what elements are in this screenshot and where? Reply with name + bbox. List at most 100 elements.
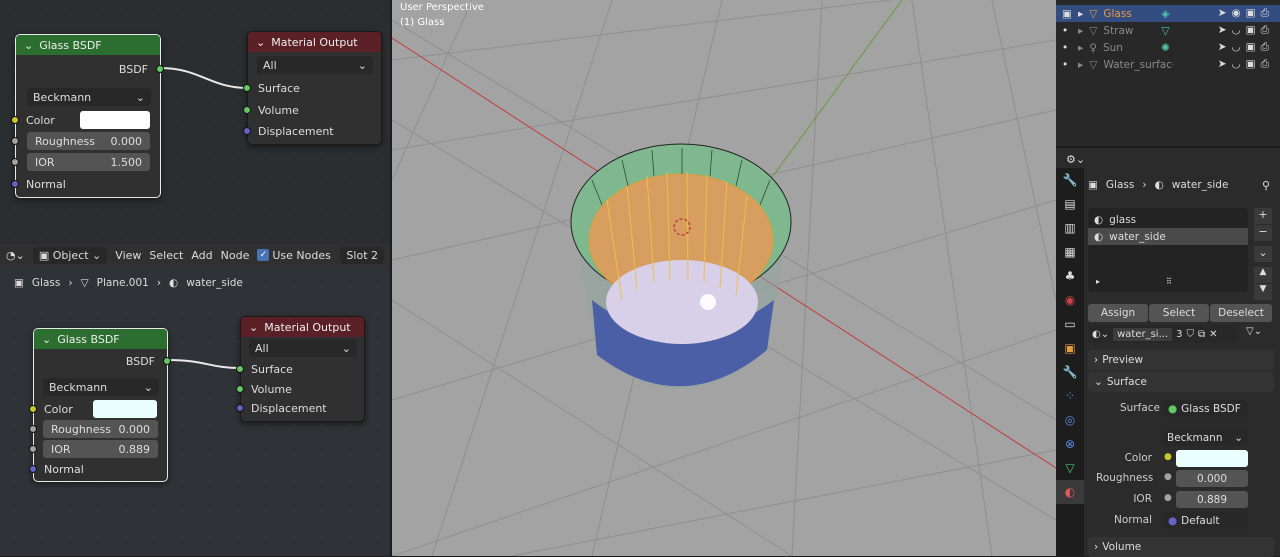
slot-item-water-side[interactable]: ◐ water_side — [1088, 228, 1248, 245]
displacement-label: Displacement — [251, 401, 327, 415]
target-dropdown[interactable]: All ⌄ — [257, 56, 373, 74]
distribution-dropdown[interactable]: Beckmann ⌄ — [1162, 429, 1248, 446]
distribution-dropdown[interactable]: Beckmann ⌄ — [43, 378, 159, 396]
target-dropdown[interactable]: All ⌄ — [249, 339, 357, 357]
ior-socket[interactable] — [29, 445, 37, 453]
shader-dot-icon: ● — [1168, 402, 1178, 415]
normal-socket[interactable] — [11, 180, 19, 188]
collapse-icon[interactable]: ⌄ — [42, 333, 51, 346]
outliner-item-straw[interactable]: • ▸ ▽ Straw ▽ ➤◡▣⎙ — [1056, 22, 1280, 39]
collapse-icon[interactable]: ⌄ — [256, 36, 265, 49]
slot-menu-button[interactable]: ⌄ — [1254, 246, 1272, 262]
scene-tab-icon[interactable]: ♣ — [1056, 264, 1084, 288]
normal-field[interactable]: ● Default — [1162, 512, 1248, 529]
particles-tab-icon[interactable]: ⁘ — [1056, 384, 1084, 408]
world-tab-icon[interactable]: ◉ — [1056, 288, 1084, 312]
bsdf-output-socket[interactable] — [163, 357, 171, 365]
surface-shader-field[interactable]: ● Glass BSDF — [1162, 400, 1248, 417]
bsdf-output-socket[interactable] — [156, 65, 164, 73]
roughness-socket[interactable] — [29, 425, 37, 433]
roughness-socket[interactable] — [11, 137, 19, 145]
color-swatch[interactable] — [93, 400, 157, 418]
material-output-node-top[interactable]: ⌄ Material Output All ⌄ Surface Volume Dis… — [243, 31, 382, 145]
material-output-node-bottom[interactable]: ⌄ Material Output All ⌄ Surface Volume Dis… — [236, 316, 365, 422]
material-name-field: water_si... — [1113, 327, 1173, 341]
data-tab-icon[interactable]: ▽ — [1056, 456, 1084, 480]
displacement-socket[interactable] — [243, 127, 251, 135]
light-icon: ♀ — [1089, 41, 1097, 54]
roughness-field[interactable]: Roughness 0.000 — [43, 420, 158, 438]
surface-socket[interactable] — [236, 365, 244, 373]
surface-socket[interactable] — [243, 84, 251, 92]
grip-icon: ⠿ — [1166, 277, 1172, 286]
slot-item-glass[interactable]: ◐ glass — [1088, 211, 1248, 228]
color-input-socket[interactable] — [29, 405, 37, 413]
color-swatch[interactable] — [80, 111, 150, 129]
assign-button[interactable]: Assign — [1088, 304, 1148, 322]
physics-tab-icon[interactable]: ◎ — [1056, 408, 1084, 432]
material-datablock[interactable]: ◐⌄ water_si... 3 ⛉ ⧉ ✕ — [1088, 325, 1238, 343]
outliner-item-sun[interactable]: • ▸ ♀ Sun ✺ ➤◡▣⎙ — [1056, 39, 1280, 56]
user-count: 3 — [1176, 328, 1183, 340]
roughness-field[interactable]: Roughness 0.000 — [27, 132, 150, 150]
distribution-dropdown[interactable]: Beckmann ⌄ — [27, 88, 151, 106]
color-input-socket[interactable] — [11, 116, 19, 124]
normal-label: Normal — [44, 462, 84, 476]
render-tab-icon[interactable]: ▤ — [1056, 192, 1084, 216]
dot-icon: • — [1062, 41, 1069, 54]
color-swatch[interactable] — [1176, 450, 1248, 467]
preview-panel-header[interactable]: › Preview — [1088, 350, 1274, 370]
node-header[interactable]: ⌄ Material Output — [241, 317, 364, 337]
surface-panel-header[interactable]: ⌄ Surface — [1088, 372, 1274, 392]
3d-viewport[interactable]: User Perspective (1) Glass — [392, 0, 1056, 556]
move-down-button[interactable]: ▼ — [1254, 284, 1272, 300]
glass-bsdf-node-bottom[interactable]: ⌄ Glass BSDF BSDF Beckmann ⌄ Color Roughne… — [29, 328, 171, 482]
ior-field[interactable]: IOR 0.889 — [43, 440, 158, 458]
select-button[interactable]: Select — [1149, 304, 1209, 322]
duplicate-icon: ⧉ — [1198, 328, 1206, 340]
pin-icon[interactable]: ⚲ — [1262, 179, 1270, 192]
ior-field[interactable]: IOR 1.500 — [27, 153, 150, 171]
normal-socket[interactable] — [29, 465, 37, 473]
view-layer-tab-icon[interactable]: ▦ — [1056, 240, 1084, 264]
outliner-item-glass[interactable]: ▣ ▸ ▽ Glass ◈ ➤◉▣⎙ — [1056, 5, 1280, 22]
ior-socket[interactable] — [11, 158, 19, 166]
glass-bsdf-node-top[interactable]: ⌄ Glass BSDF BSDF Beckmann ⌄ Color Roughne… — [11, 34, 164, 198]
modifier-tab-icon[interactable]: 🔧 — [1056, 360, 1084, 384]
material-icon: ◐ — [1154, 179, 1164, 191]
node-editor-bottom[interactable]: ◔⌄ ▣ Object ⌄ View Select Add Node ✓ Use … — [0, 244, 390, 556]
collection-tab-icon[interactable]: ▭ — [1056, 312, 1084, 336]
node-editor-top[interactable]: ⌄ Glass BSDF BSDF Beckmann ⌄ Color Roughne… — [0, 0, 390, 244]
roughness-field[interactable]: 0.000 — [1176, 470, 1248, 487]
volume-socket[interactable] — [243, 106, 251, 114]
node-header[interactable]: ⌄ Glass BSDF — [16, 35, 160, 55]
material-slot-list[interactable]: ◐ glass ◐ water_side ▸ ⠿ — [1088, 208, 1248, 292]
volume-panel-header[interactable]: › Volume — [1088, 537, 1274, 557]
collapse-icon[interactable]: ⌄ — [249, 321, 258, 334]
ior-field[interactable]: 0.889 — [1176, 491, 1248, 508]
collapse-icon[interactable]: ⌄ — [24, 39, 33, 52]
constraints-tab-icon[interactable]: ⊗ — [1056, 432, 1084, 456]
normal-label: Normal — [26, 177, 66, 191]
output-tab-icon[interactable]: ▥ — [1056, 216, 1084, 240]
move-up-button[interactable]: ▲ — [1254, 267, 1272, 283]
deselect-button[interactable]: Deselect — [1210, 304, 1272, 322]
displacement-label: Displacement — [258, 124, 334, 138]
displacement-socket[interactable] — [236, 404, 244, 412]
remove-slot-button[interactable]: − — [1254, 225, 1272, 241]
outliner-item-water-surface[interactable]: • ▸ ▽ Water_surface ➤◡▣⎙ — [1056, 56, 1280, 73]
mesh-icon: ▽ — [1089, 58, 1098, 71]
color-socket-icon: ● — [1164, 452, 1172, 462]
add-slot-button[interactable]: + — [1254, 208, 1272, 224]
outliner[interactable]: ▣ ▸ ▽ Glass ◈ ➤◉▣⎙ • ▸ ▽ Straw ▽ ➤◡▣⎙ • ▸ ♀ Sun ✺ ➤◡▣⎙ … — [1056, 0, 1280, 148]
node-header[interactable]: ⌄ Material Output — [248, 32, 381, 52]
material-tab-icon[interactable]: ◐ — [1056, 480, 1084, 504]
editor-type-icon[interactable]: ⚙⌄ — [1066, 153, 1085, 166]
volume-socket[interactable] — [236, 385, 244, 393]
object-tab-icon[interactable]: ▣ — [1056, 336, 1084, 360]
tool-tab-icon[interactable]: 🔧 — [1056, 168, 1084, 192]
vector-dot-icon: ● — [1168, 514, 1178, 527]
node-link-icon[interactable]: ▽⌄ — [1246, 326, 1262, 337]
properties-tabs: 🔧 ▤ ▥ ▦ ♣ ◉ ▭ ▣ 🔧 ⁘ ◎ ⊗ ▽ ◐ — [1056, 168, 1084, 556]
node-header[interactable]: ⌄ Glass BSDF — [34, 329, 167, 349]
